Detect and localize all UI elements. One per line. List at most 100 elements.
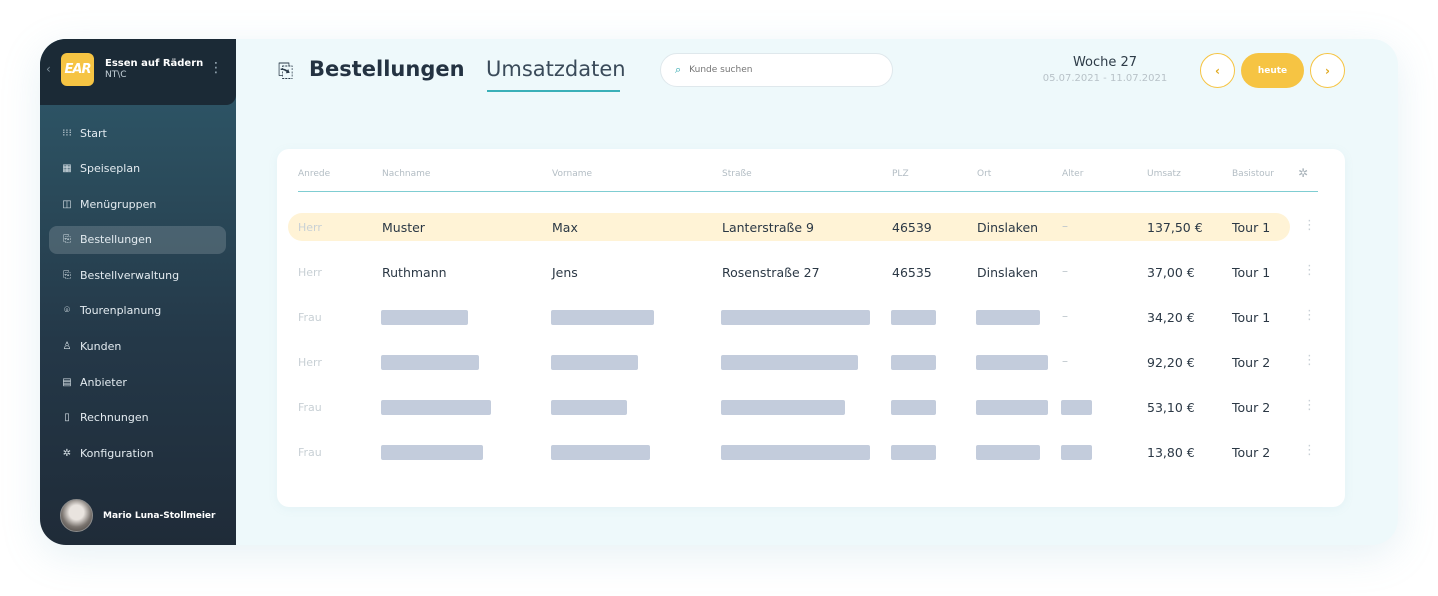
row-kebab-icon[interactable]: ⋮ — [1303, 263, 1316, 278]
row-kebab-icon[interactable]: ⋮ — [1303, 218, 1316, 233]
column-header-nachname[interactable]: Nachname — [382, 169, 430, 179]
sidebar-item-konfiguration[interactable]: ✲ Konfiguration — [49, 439, 226, 467]
table-row[interactable]: Frau 13,80 € Tour 2 ⋮ — [288, 438, 1316, 466]
order-manage-icon: ⎘ — [63, 269, 71, 281]
menu-plan-icon: ▦ — [62, 163, 72, 175]
cell-vorname: Jens — [552, 265, 578, 280]
cell-alter: – — [1062, 354, 1068, 368]
sidebar-item-anbieter[interactable]: ▤ Anbieter — [49, 368, 226, 396]
user-name: Mario Luna-Stollmeier — [103, 510, 216, 521]
sidebar-item-label: Bestellungen — [80, 233, 152, 247]
user-profile[interactable]: Mario Luna-Stollmeier — [60, 499, 215, 532]
sidebar-item-label: Anbieter — [80, 375, 127, 389]
cell-anrede: Herr — [298, 356, 322, 369]
order-doc-icon: ⎘ — [278, 60, 294, 82]
cell-alter: – — [1062, 309, 1068, 323]
sidebar-item-label: Konfiguration — [80, 446, 154, 460]
gear-icon[interactable]: ✲ — [1298, 166, 1308, 180]
column-header-anrede[interactable]: Anrede — [298, 169, 330, 179]
column-header-basistour[interactable]: Basistour — [1232, 169, 1274, 179]
sidebar-item-label: Kunden — [80, 340, 122, 354]
prev-week-button[interactable]: ‹ — [1200, 53, 1235, 88]
sidebar-item-kunden[interactable]: ♙ Kunden — [49, 333, 226, 361]
column-header-ort[interactable]: Ort — [977, 169, 991, 179]
week-range: 05.07.2021 - 11.07.2021 — [1042, 73, 1168, 84]
redacted-cell-plz — [891, 310, 936, 325]
page-title[interactable]: Bestellungen — [309, 57, 465, 81]
sidebar-item-menügruppen[interactable]: ◫ Menügruppen — [49, 190, 226, 218]
layout-icon: ◫ — [62, 198, 72, 210]
row-kebab-icon[interactable]: ⋮ — [1303, 443, 1316, 458]
row-kebab-icon[interactable]: ⋮ — [1303, 308, 1316, 323]
week-label: Woche 27 — [1072, 55, 1138, 70]
redacted-cell-nachname — [381, 355, 479, 370]
avatar[interactable] — [60, 499, 93, 532]
row-kebab-icon[interactable]: ⋮ — [1303, 353, 1316, 368]
redacted-cell-alter — [1061, 400, 1092, 415]
cell-strasse: Rosenstraße 27 — [722, 265, 820, 280]
kebab-menu-icon[interactable]: ⋮ — [209, 60, 223, 76]
today-button[interactable]: heute — [1241, 53, 1304, 88]
sidebar-item-label: Menügruppen — [80, 197, 157, 211]
cell-tour: Tour 2 — [1232, 400, 1271, 415]
cell-tour: Tour 2 — [1232, 355, 1271, 370]
sidebar-item-label: Tourenplanung — [80, 304, 162, 318]
redacted-cell-nachname — [381, 310, 468, 325]
sidebar-item-rechnungen[interactable]: ▯ Rechnungen — [49, 404, 226, 432]
redacted-cell-ort — [976, 445, 1040, 460]
column-header-alter[interactable]: Alter — [1062, 169, 1083, 179]
cell-tour: Tour 1 — [1232, 265, 1271, 280]
cell-umsatz: 37,00 € — [1147, 265, 1195, 280]
redacted-cell-vorname — [551, 400, 627, 415]
sidebar-item-bestellungen[interactable]: ⎘ Bestellungen — [49, 225, 226, 254]
column-header-vorname[interactable]: Vorname — [552, 169, 592, 179]
row-kebab-icon[interactable]: ⋮ — [1303, 398, 1316, 413]
sidebar-item-label: Start — [80, 126, 107, 140]
sidebar-item-tourenplanung[interactable]: ⌾ Tourenplanung — [49, 297, 226, 325]
cell-alter: – — [1062, 219, 1068, 233]
column-header-straße[interactable]: Straße — [722, 169, 752, 179]
cell-nachname: Ruthmann — [382, 265, 447, 280]
sidebar-item-bestellverwaltung[interactable]: ⎘ Bestellverwaltung — [49, 261, 226, 289]
cell-plz: 46539 — [892, 220, 932, 235]
sidebar-nav: ⁝⁝⁝ Start ▦ Speiseplan ◫ Menügruppen ⎘ Bestellu… — [49, 119, 226, 475]
next-week-button[interactable]: › — [1310, 53, 1345, 88]
cell-anrede: Frau — [298, 446, 322, 459]
cell-ort: Dinslaken — [977, 265, 1039, 280]
brand-header[interactable]: ‹ EAR Essen auf Rädern NT\C ⋮ — [40, 39, 236, 105]
table-row[interactable]: Herr – 92,20 € Tour 2 ⋮ — [288, 348, 1316, 376]
table-row[interactable]: Herr Ruthmann Jens Rosenstraße 27 46535 Dinsl… — [288, 258, 1316, 286]
table-row[interactable]: Herr Muster Max Lanterstraße 9 46539 Dinslake… — [288, 213, 1316, 241]
column-header-plz[interactable]: PLZ — [892, 169, 909, 179]
invoice-icon: ▯ — [64, 412, 70, 424]
table-row[interactable]: Frau 53,10 € Tour 2 ⋮ — [288, 393, 1316, 421]
redacted-cell-nachname — [381, 445, 483, 460]
cell-anrede: Herr — [298, 266, 322, 279]
cell-umsatz: 92,20 € — [1147, 355, 1195, 370]
cell-tour: Tour 1 — [1232, 310, 1271, 325]
redacted-cell-strasse — [721, 310, 870, 325]
cell-anrede: Herr — [298, 221, 322, 234]
redacted-cell-strasse — [721, 445, 870, 460]
sidebar-item-speiseplan[interactable]: ▦ Speiseplan — [49, 155, 226, 183]
cell-alter: – — [1062, 264, 1068, 278]
sidebar-item-label: Speiseplan — [80, 162, 141, 176]
column-header-umsatz[interactable]: Umsatz — [1147, 169, 1181, 179]
tab-umsatzdaten[interactable]: Umsatzdaten — [486, 57, 626, 81]
grid-dots-icon: ⁝⁝⁝ — [62, 127, 72, 139]
cell-strasse: Lanterstraße 9 — [722, 220, 814, 235]
redacted-cell-vorname — [551, 355, 638, 370]
cell-vorname: Max — [552, 220, 578, 235]
order-doc-icon: ⎘ — [63, 234, 71, 246]
redacted-cell-vorname — [551, 445, 650, 460]
table-header: ✲ Anrede Nachname Vorname Straße PLZ Ort Alter… — [298, 149, 1318, 192]
sidebar-item-start[interactable]: ⁝⁝⁝ Start — [49, 119, 226, 147]
redacted-cell-plz — [891, 400, 936, 415]
redacted-cell-ort — [976, 355, 1048, 370]
cell-umsatz: 53,10 € — [1147, 400, 1195, 415]
search-input[interactable] — [689, 65, 870, 75]
table-row[interactable]: Frau – 34,20 € Tour 1 ⋮ — [288, 303, 1316, 331]
search-box[interactable]: ⌕ — [660, 53, 893, 87]
chevron-left-icon[interactable]: ‹ — [46, 62, 51, 76]
redacted-cell-nachname — [381, 400, 491, 415]
